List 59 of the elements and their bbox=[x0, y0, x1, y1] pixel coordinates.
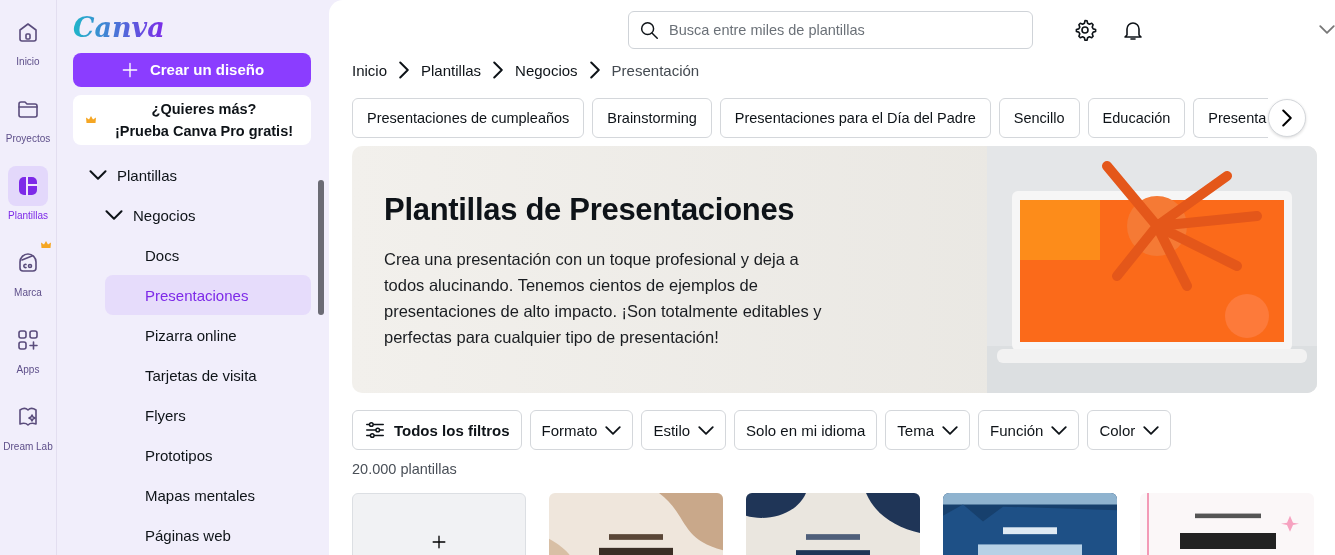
tree-item[interactable]: Pizarra online bbox=[105, 315, 311, 355]
result-count: 20.000 plantillas bbox=[352, 461, 458, 477]
breadcrumb-link[interactable]: Inicio bbox=[352, 61, 388, 79]
breadcrumb-link[interactable]: Negocios bbox=[515, 61, 578, 79]
scrollbar[interactable] bbox=[318, 180, 324, 315]
category-chip[interactable]: Brainstorming bbox=[592, 98, 712, 138]
chevron-right-icon bbox=[493, 61, 504, 79]
tree-item[interactable]: Prototipos bbox=[105, 435, 311, 475]
chevron-down-icon[interactable] bbox=[1319, 25, 1335, 34]
tree-item[interactable]: Flyers bbox=[105, 395, 311, 435]
sparkle-book-icon bbox=[16, 405, 40, 429]
filter-dropdown[interactable]: Estilo bbox=[641, 410, 727, 450]
filter-dropdown[interactable]: Color bbox=[1087, 410, 1172, 450]
filter-dropdown[interactable]: Tema bbox=[885, 410, 971, 450]
template-grid-icon bbox=[16, 174, 40, 198]
nav-item[interactable]: Proyectos bbox=[0, 89, 56, 144]
chevron-right-icon bbox=[589, 61, 600, 79]
next-button[interactable] bbox=[1268, 99, 1307, 137]
filter-toggle[interactable]: Solo en mi idioma bbox=[734, 410, 878, 450]
caret-icon bbox=[942, 425, 959, 435]
tree-item[interactable]: Negocios bbox=[105, 195, 311, 235]
hero-title: Plantillas de Presentaciones bbox=[384, 192, 796, 228]
brand-kit-icon bbox=[16, 251, 40, 275]
nav-item[interactable]: Inicio bbox=[0, 12, 56, 67]
all-filters-button[interactable]: Todos los filtros bbox=[352, 410, 522, 450]
promo-text: ¿Quieres más? bbox=[151, 99, 257, 119]
chevron-right-icon bbox=[399, 61, 410, 79]
tree-item[interactable]: Páginas web bbox=[105, 515, 311, 555]
tree-item[interactable]: Tarjetas de visita bbox=[105, 355, 311, 395]
nav-item[interactable]: Apps bbox=[0, 320, 56, 375]
create-design-button[interactable]: Crear un diseño bbox=[73, 53, 311, 87]
caret-icon bbox=[1051, 425, 1068, 435]
breadcrumb-current: Presentación bbox=[611, 61, 700, 79]
category-chip[interactable]: Educación bbox=[1087, 98, 1186, 138]
search-field[interactable]: Busca entre miles de plantillas bbox=[628, 10, 1033, 49]
tree-item[interactable]: Mapas mentales bbox=[105, 475, 311, 515]
tree-item[interactable]: Docs bbox=[105, 235, 311, 275]
tree-item[interactable]: Presentaciones bbox=[105, 275, 311, 315]
promo-text: ¡Prueba Canva Pro gratis! bbox=[114, 121, 294, 141]
sliders-icon bbox=[364, 419, 386, 441]
apps-icon bbox=[16, 328, 40, 352]
tree-item[interactable]: Plantillas bbox=[89, 155, 311, 195]
promo-card[interactable]: ¿Quieres más? ¡Prueba Canva Pro gratis! bbox=[73, 94, 311, 145]
home-icon bbox=[16, 20, 40, 44]
category-chip[interactable]: Presentaciones para el Día del Padre bbox=[719, 98, 991, 138]
chevron-right-icon bbox=[1282, 109, 1293, 127]
caret-icon bbox=[1143, 425, 1160, 435]
nav-item[interactable]: Dream Lab bbox=[0, 397, 56, 452]
hero-description: Crea una presentación con un toque profesional y deja a todos alucinando. Tenemos cientos de ejemplos de presentaciones de alto impacto. ¡Son totalmente editables y perfectas para cualquier tipo de presentación! bbox=[384, 249, 823, 348]
nav-item[interactable]: Marca bbox=[0, 243, 56, 298]
category-chip[interactable]: Presenta bbox=[1193, 98, 1269, 138]
caret-icon bbox=[698, 425, 715, 435]
filter-dropdown[interactable]: Formato bbox=[529, 410, 634, 450]
breadcrumb-link[interactable]: Plantillas bbox=[421, 61, 482, 79]
category-chip[interactable]: Sencillo bbox=[998, 98, 1080, 138]
filter-dropdown[interactable]: Función bbox=[978, 410, 1080, 450]
category-chip[interactable]: Presentaciones de cumpleaños bbox=[352, 98, 585, 138]
settings-icon[interactable] bbox=[1073, 17, 1097, 42]
caret-icon bbox=[605, 425, 622, 435]
